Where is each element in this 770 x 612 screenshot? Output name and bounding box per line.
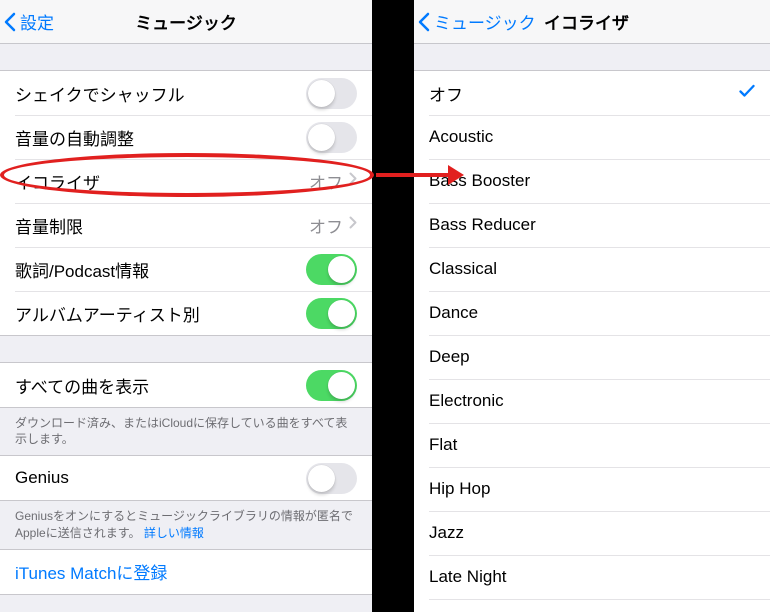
eq-screen: ミュージック イコライザ オフ Acoustic Bass Booster Bass …	[414, 0, 770, 612]
eq-option-label: Bass Booster	[429, 171, 530, 191]
eq-option[interactable]: Classical	[414, 247, 770, 291]
eq-option-label: オフ	[429, 81, 463, 106]
chevron-left-icon	[418, 12, 430, 32]
eq-value: オフ	[309, 169, 343, 194]
eq-option[interactable]: Deep	[414, 335, 770, 379]
back-label: 設定	[20, 9, 54, 34]
volume-limit-value: オフ	[309, 213, 343, 238]
group-album-artist-label: アルバムアーティスト別	[15, 301, 200, 326]
eq-option[interactable]: Flat	[414, 423, 770, 467]
genius-switch[interactable]	[306, 463, 357, 494]
group-album-artist-row[interactable]: アルバムアーティスト別	[0, 291, 372, 335]
eq-option-label: Electronic	[429, 391, 504, 411]
back-button[interactable]: ミュージック	[418, 9, 536, 34]
eq-option[interactable]: Jazz	[414, 511, 770, 555]
show-all-music-label: すべての曲を表示	[15, 373, 149, 398]
eq-option[interactable]: Dance	[414, 291, 770, 335]
back-label: ミュージック	[434, 9, 536, 34]
eq-option[interactable]: Latin	[414, 599, 770, 612]
sound-check-switch[interactable]	[306, 122, 357, 153]
switch-knob	[308, 465, 335, 492]
chevron-right-icon	[349, 172, 357, 190]
switch-knob	[308, 124, 335, 151]
settings-group-3: Genius	[0, 455, 372, 501]
eq-option[interactable]: オフ	[414, 71, 770, 115]
shake-shuffle-label: シェイクでシャッフル	[15, 81, 185, 106]
sound-check-label: 音量の自動調整	[15, 125, 134, 150]
eq-option[interactable]: Bass Reducer	[414, 203, 770, 247]
itunes-match-label: iTunes Matchに登録	[15, 559, 167, 584]
navbar: 設定 ミュージック	[0, 0, 372, 44]
back-button[interactable]: 設定	[4, 9, 54, 34]
eq-option-label: Flat	[429, 435, 457, 455]
lyrics-podcast-switch[interactable]	[306, 254, 357, 285]
eq-option-label: Hip Hop	[429, 479, 490, 499]
eq-option-label: Dance	[429, 303, 478, 323]
switch-knob	[328, 256, 355, 283]
music-settings-screen: 設定 ミュージック シェイクでシャッフル音量の自動調整イコライザオフ音量制限オフ…	[0, 0, 372, 612]
chevron-left-icon	[4, 12, 16, 32]
sound-check-row[interactable]: 音量の自動調整	[0, 115, 372, 159]
group-spacer	[0, 44, 372, 70]
settings-group-4: iTunes Matchに登録	[0, 549, 372, 595]
show-all-music-switch[interactable]	[306, 370, 357, 401]
volume-limit-row[interactable]: 音量制限 オフ	[0, 203, 372, 247]
eq-option-label: Acoustic	[429, 127, 493, 147]
footnote-genius: Geniusをオンにするとミュージックライブラリの情報が匿名でAppleに送信さ…	[0, 501, 372, 548]
shake-shuffle-switch[interactable]	[306, 78, 357, 109]
group-album-artist-switch[interactable]	[306, 298, 357, 329]
eq-option[interactable]: Hip Hop	[414, 467, 770, 511]
eq-option-label: Jazz	[429, 523, 464, 543]
more-info-link[interactable]: 詳しい情報	[144, 526, 204, 540]
eq-option-label: Bass Reducer	[429, 215, 536, 235]
show-all-music-row[interactable]: すべての曲を表示	[0, 363, 372, 407]
switch-knob	[308, 80, 335, 107]
chevron-right-icon	[349, 216, 357, 234]
eq-option[interactable]: Electronic	[414, 379, 770, 423]
volume-limit-label: 音量制限	[15, 213, 83, 238]
eq-option-label: Classical	[429, 259, 497, 279]
switch-knob	[328, 372, 355, 399]
eq-preset-list: オフ Acoustic Bass Booster Bass Reducer Classi…	[414, 70, 770, 612]
page-title: ミュージック	[0, 9, 372, 34]
group-spacer	[0, 336, 372, 362]
switch-knob	[328, 300, 355, 327]
eq-option[interactable]: Acoustic	[414, 115, 770, 159]
settings-group-2: すべての曲を表示	[0, 362, 372, 408]
eq-option-label: Late Night	[429, 567, 507, 587]
eq-label: イコライザ	[15, 169, 100, 194]
eq-option[interactable]: Late Night	[414, 555, 770, 599]
eq-option-label: Deep	[429, 347, 470, 367]
eq-row[interactable]: イコライザ オフ	[0, 159, 372, 203]
checkmark-icon	[739, 84, 755, 103]
genius-label: Genius	[15, 468, 69, 488]
shake-shuffle-row[interactable]: シェイクでシャッフル	[0, 71, 372, 115]
itunes-match-row[interactable]: iTunes Matchに登録	[0, 550, 372, 594]
genius-row[interactable]: Genius	[0, 456, 372, 500]
eq-option[interactable]: Bass Booster	[414, 159, 770, 203]
footnote-show-all: ダウンロード済み、またはiCloudに保存している曲をすべて表示します。	[0, 408, 372, 455]
group-spacer	[414, 44, 770, 70]
navbar: ミュージック イコライザ	[414, 0, 770, 44]
settings-group-1: シェイクでシャッフル音量の自動調整イコライザオフ音量制限オフ歌詞/Podcast…	[0, 70, 372, 336]
lyrics-podcast-row[interactable]: 歌詞/Podcast情報	[0, 247, 372, 291]
lyrics-podcast-label: 歌詞/Podcast情報	[15, 257, 149, 282]
